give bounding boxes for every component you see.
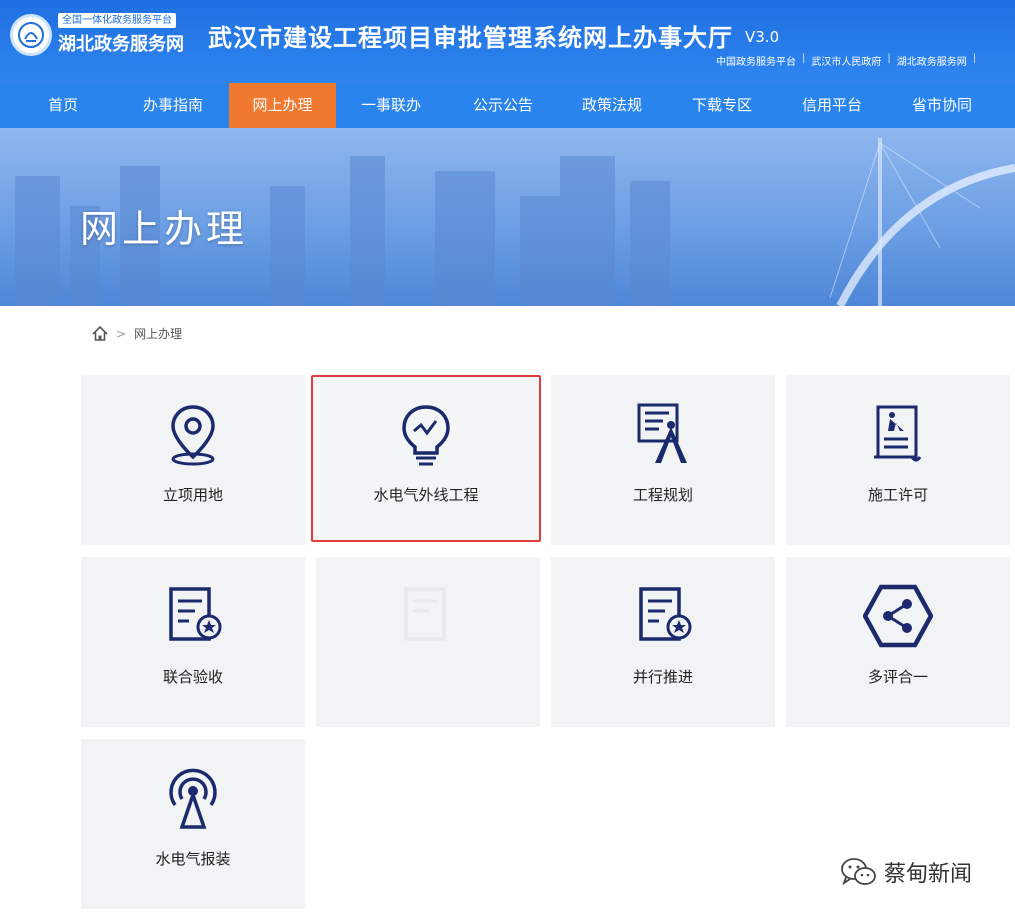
logo-tagline: 全国一体化政务服务平台 — [58, 13, 176, 28]
nav-item-notices[interactable]: 公示公告 — [458, 83, 548, 128]
share-hexagon-icon — [863, 584, 933, 648]
tile-label: 多评合一 — [867, 668, 928, 686]
tile-utility-external[interactable]: 水电气外线工程 — [311, 375, 541, 542]
tile-disabled — [316, 557, 540, 727]
watermark: 蔡甸新闻 — [840, 856, 972, 888]
link-separator: | — [887, 53, 891, 64]
tile-label: 并行推进 — [632, 668, 693, 686]
site-header: 全国一体化政务服务平台 湖北政务服务网 武汉市建设工程项目审批管理系统网上办事大… — [0, 0, 1015, 83]
tile-multi-review[interactable]: 多评合一 — [786, 557, 1010, 727]
tile-utility-application[interactable]: 水电气报装 — [81, 739, 305, 909]
banner-building — [435, 171, 495, 306]
tile-engineering-plan[interactable]: 工程规划 — [551, 375, 775, 545]
logo-title[interactable]: 湖北政务服务网 — [58, 30, 184, 56]
document-star-icon — [639, 587, 692, 641]
wechat-icon — [841, 858, 876, 886]
bridge-illustration — [829, 138, 1015, 306]
nav-item-guide[interactable]: 办事指南 — [128, 83, 218, 128]
breadcrumb: > 网上办理 — [92, 325, 182, 342]
nav-item-downloads[interactable]: 下载专区 — [677, 83, 767, 128]
system-title: 武汉市建设工程项目审批管理系统网上办事大厅 — [208, 24, 733, 52]
top-link-hubei-gov[interactable]: 湖北政务服务网 — [897, 53, 967, 68]
nav-item-joint[interactable]: 一事联办 — [346, 83, 436, 128]
tile-label: 水电气外线工程 — [373, 486, 479, 504]
banner-building — [15, 176, 60, 306]
top-link-china-gov[interactable]: 中国政务服务平台 — [716, 53, 796, 68]
tile-joint-acceptance[interactable]: 联合验收 — [81, 557, 305, 727]
banner-building — [350, 156, 385, 306]
lightbulb-icon — [402, 405, 450, 466]
tile-label: 联合验收 — [162, 668, 223, 686]
site-logo-icon[interactable] — [10, 14, 52, 56]
banner-building — [630, 181, 670, 306]
tile-construction-permit[interactable]: 施工许可 — [786, 375, 1010, 545]
tile-label: 工程规划 — [632, 486, 693, 504]
nav-item-credit[interactable]: 信用平台 — [787, 83, 877, 128]
nav-item-policies[interactable]: 政策法规 — [567, 83, 657, 128]
banner-building — [560, 156, 615, 306]
home-icon[interactable] — [92, 326, 108, 341]
breadcrumb-separator: > — [116, 326, 127, 341]
document-star-icon — [169, 587, 222, 641]
location-pin-icon — [171, 405, 215, 466]
tile-parallel-advance[interactable]: 并行推进 — [551, 557, 775, 727]
signal-tower-icon — [169, 768, 217, 829]
drafting-compass-icon — [637, 403, 687, 463]
nav-item-online[interactable]: 网上办理 — [229, 83, 336, 128]
link-separator: | — [972, 53, 977, 64]
link-separator: | — [802, 53, 806, 64]
breadcrumb-current: 网上办理 — [134, 327, 183, 341]
nav-item-home[interactable]: 首页 — [18, 83, 108, 128]
system-version: V3.0 — [745, 28, 780, 46]
top-link-wuhan-gov[interactable]: 武汉市人民政府 — [811, 53, 881, 68]
banner-building — [520, 196, 560, 306]
top-links: 中国政务服务平台 | 武汉市人民政府 | 湖北政务服务网 | — [716, 53, 982, 68]
main-nav: 首页 办事指南 网上办理 一事联办 公示公告 政策法规 下载专区 信用平台 省市… — [0, 83, 1015, 128]
tile-project-land[interactable]: 立项用地 — [81, 375, 305, 545]
watermark-text: 蔡甸新闻 — [884, 862, 973, 887]
banner-building — [270, 186, 305, 306]
document-faded-icon — [404, 587, 446, 641]
nav-item-province[interactable]: 省市协同 — [897, 83, 987, 128]
tile-label: 水电气报装 — [155, 850, 231, 868]
banner-title: 网上办理 — [80, 207, 249, 251]
page-banner: 网上办理 — [0, 128, 1015, 306]
tile-label: 立项用地 — [162, 486, 223, 504]
construction-document-icon — [874, 405, 922, 462]
tile-label: 施工许可 — [867, 486, 928, 504]
